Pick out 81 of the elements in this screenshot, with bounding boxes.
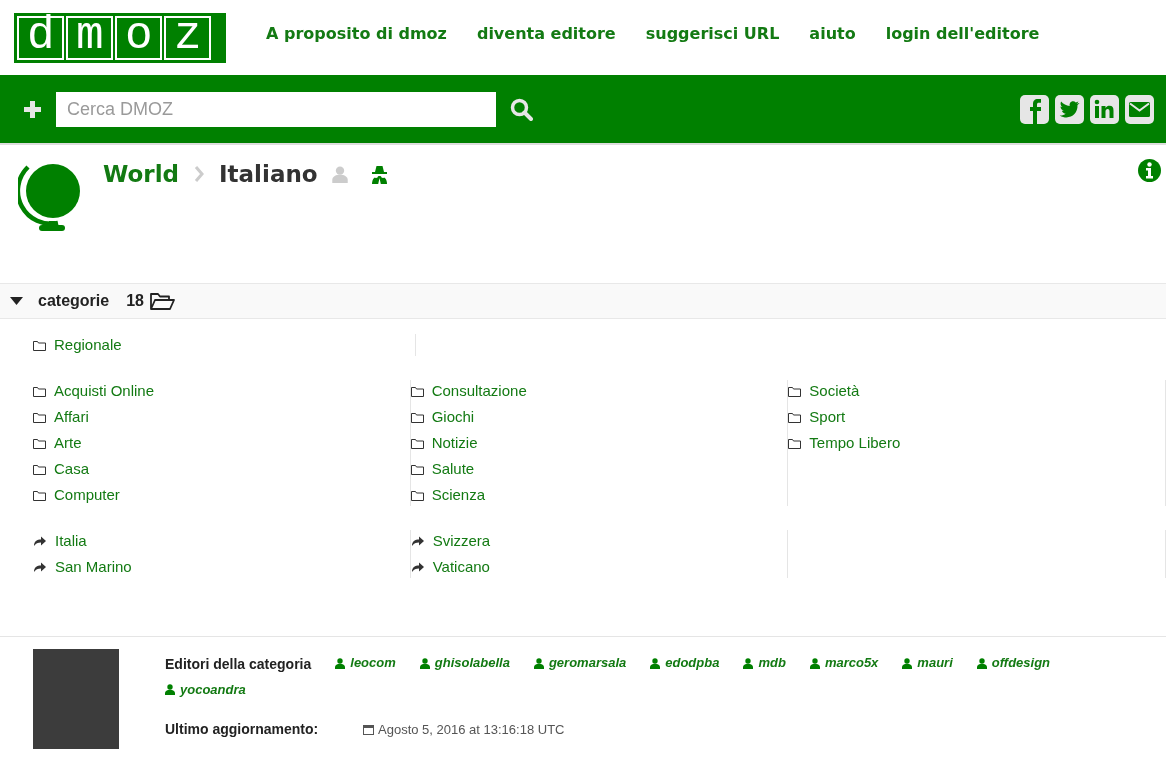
search-field[interactable]: Cerca DMOZ	[56, 91, 496, 127]
nav-link[interactable]: aiuto	[809, 22, 856, 46]
category-link[interactable]: Società	[809, 379, 860, 403]
folder-open-icon	[149, 291, 175, 311]
user-icon	[419, 657, 430, 669]
category-link[interactable]: Scienza	[431, 483, 486, 507]
folder-icon	[33, 339, 46, 351]
facebook-icon[interactable]	[1020, 94, 1049, 124]
share-arrow-icon	[33, 535, 47, 547]
folder-icon	[788, 411, 802, 423]
category-link[interactable]: Acquisti Online	[54, 379, 155, 403]
categories-header[interactable]: categorie 18	[0, 283, 1166, 319]
user-icon	[650, 657, 661, 669]
share-arrow-icon	[410, 561, 425, 573]
folder-icon	[410, 463, 424, 475]
info-icon[interactable]	[1138, 159, 1161, 182]
editor-link[interactable]: mauri	[902, 650, 953, 676]
related-link[interactable]: Italia	[55, 529, 87, 553]
category-link[interactable]: Notizie	[431, 431, 478, 455]
category-link[interactable]: Tempo Libero	[809, 431, 901, 455]
last-update-date: Agosto 5, 2016 at 13:16:18 UTC	[378, 720, 565, 739]
plus-icon[interactable]	[24, 100, 41, 118]
nav-link[interactable]: A proposito di dmoz	[266, 22, 447, 46]
user-icon	[809, 657, 820, 669]
user-icon	[165, 684, 175, 695]
category-link[interactable]: Consultazione	[431, 379, 527, 403]
caret-icon[interactable]	[10, 297, 23, 305]
folder-icon	[410, 385, 424, 397]
editor-link[interactable]: ghisolabella	[419, 650, 510, 676]
editor-link[interactable]: yocoandra	[165, 676, 246, 703]
spy-icon[interactable]	[370, 164, 388, 184]
folder-icon	[788, 437, 802, 449]
category-link[interactable]: Affari	[54, 405, 89, 429]
folder-icon	[33, 411, 46, 423]
editor-link[interactable]: mdb	[743, 650, 786, 676]
folder-icon	[410, 489, 424, 501]
mail-icon[interactable]	[1125, 94, 1154, 124]
folder-icon	[410, 411, 424, 423]
category-link[interactable]: Regionale	[54, 333, 122, 357]
category-count: 18	[126, 291, 144, 311]
user-icon	[902, 657, 913, 669]
nav-link[interactable]: login dell'editore	[885, 22, 1040, 46]
category-link[interactable]: Giochi	[431, 405, 475, 429]
user-icon	[533, 657, 544, 669]
user-icon	[976, 657, 987, 669]
folder-icon	[410, 437, 424, 449]
breadcrumb-link[interactable]: World	[103, 157, 180, 192]
category-link[interactable]: Arte	[54, 431, 82, 455]
current-category: Italiano	[219, 160, 318, 189]
chevron-icon	[194, 166, 205, 183]
folder-icon	[33, 463, 46, 475]
calendar-icon	[363, 724, 374, 735]
last-update-label: Ultimo aggiornamento:	[165, 720, 320, 739]
editor-link[interactable]: edodpba	[650, 650, 720, 676]
linkedin-icon[interactable]	[1090, 94, 1119, 124]
user-icon	[335, 657, 346, 669]
category-link[interactable]: Casa	[54, 457, 90, 481]
editor-link[interactable]: offdesign	[976, 650, 1051, 676]
folder-icon	[33, 437, 46, 449]
related-link[interactable]: Vaticano	[432, 555, 490, 579]
nav-link[interactable]: diventa editore	[476, 22, 616, 46]
editor-link[interactable]: marco5x	[809, 650, 879, 676]
share-arrow-icon	[410, 535, 425, 547]
section-title: categorie	[38, 291, 110, 311]
user-icon	[331, 165, 348, 183]
category-link[interactable]: Sport	[809, 405, 846, 429]
nav-link[interactable]: suggerisci URL	[645, 22, 780, 46]
folder-icon	[33, 489, 46, 501]
editors-label: Editori della categoria	[165, 655, 312, 672]
folder-icon	[788, 385, 802, 397]
editor-link[interactable]: geromarsala	[533, 650, 627, 676]
user-icon	[743, 657, 754, 669]
related-link[interactable]: Svizzera	[432, 529, 491, 553]
search-icon[interactable]	[510, 97, 533, 121]
category-link[interactable]: Salute	[431, 457, 475, 481]
bird-icon[interactable]	[1055, 94, 1084, 124]
folder-icon	[33, 385, 46, 397]
share-arrow-icon	[33, 561, 47, 573]
editor-link[interactable]: leocom	[335, 650, 396, 676]
related-link[interactable]: San Marino	[55, 555, 132, 579]
category-link[interactable]: Computer	[54, 483, 120, 507]
